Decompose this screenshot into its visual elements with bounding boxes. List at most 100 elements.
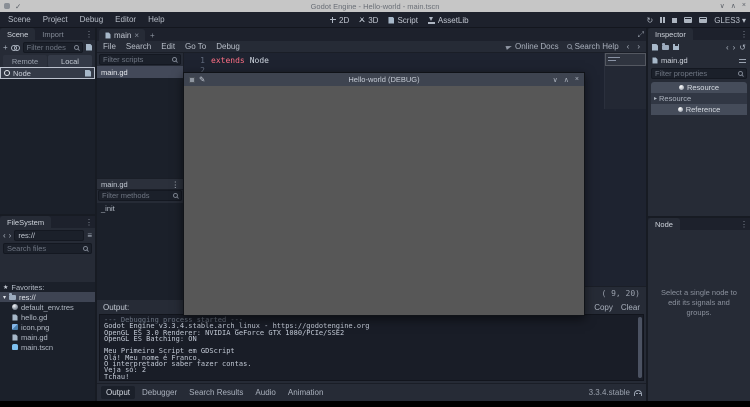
inspector-panel-menu-icon[interactable] bbox=[740, 30, 748, 39]
inspector-forward-button[interactable] bbox=[733, 43, 736, 52]
filter-methods-input[interactable]: Filter methods bbox=[98, 190, 182, 201]
window-titlebar[interactable]: Godot Engine - Hello-world - main.tscn bbox=[0, 0, 750, 12]
close-icon[interactable] bbox=[742, 2, 746, 10]
scene-tree-node-row[interactable]: Node bbox=[0, 67, 95, 79]
online-docs-button[interactable]: Online Docs bbox=[506, 42, 559, 51]
script-menu-debug[interactable]: Debug bbox=[216, 42, 240, 51]
fs-back-button[interactable] bbox=[3, 231, 6, 240]
workspace-script-button[interactable]: Script bbox=[388, 16, 417, 25]
output-console[interactable]: --- Debugging process started --- Godot … bbox=[99, 314, 644, 381]
tab-scene[interactable]: Scene bbox=[0, 28, 35, 40]
console-scrollbar[interactable] bbox=[638, 317, 642, 378]
new-resource-button[interactable] bbox=[652, 44, 658, 51]
play-scene-button[interactable] bbox=[684, 17, 692, 23]
game-viewport[interactable] bbox=[184, 86, 584, 315]
script-menu-file[interactable]: File bbox=[103, 42, 116, 51]
instance-scene-button[interactable] bbox=[11, 45, 20, 50]
new-tab-button[interactable] bbox=[150, 31, 155, 40]
debug-game-window[interactable]: Hello-world (DEBUG) bbox=[183, 72, 585, 316]
save-resource-button[interactable] bbox=[673, 44, 679, 50]
script-tab-main[interactable]: main bbox=[99, 29, 145, 41]
method-item-init[interactable]: _init bbox=[97, 203, 183, 214]
code-minimap[interactable] bbox=[604, 53, 646, 109]
play-custom-scene-button[interactable] bbox=[699, 17, 707, 23]
menu-scene[interactable]: Scene bbox=[8, 15, 31, 24]
stop-button[interactable] bbox=[672, 18, 677, 23]
fs-path-field[interactable]: res:// bbox=[14, 230, 84, 241]
bottom-tab-animation[interactable]: Animation bbox=[283, 386, 329, 399]
play-button[interactable] bbox=[646, 16, 653, 25]
filter-scripts-input[interactable]: Filter scripts bbox=[99, 54, 181, 65]
bottom-tab-output[interactable]: Output bbox=[101, 386, 135, 399]
fs-file-row[interactable]: main.gd bbox=[0, 332, 95, 342]
fs-display-mode-button[interactable] bbox=[87, 231, 92, 240]
script-menu-search[interactable]: Search bbox=[126, 42, 151, 51]
fs-file-row[interactable]: icon.png bbox=[0, 322, 95, 332]
pause-button[interactable] bbox=[660, 17, 665, 23]
tab-inspector[interactable]: Inspector bbox=[648, 28, 693, 40]
maximize-icon[interactable] bbox=[731, 2, 736, 10]
scene-file-icon bbox=[12, 344, 18, 350]
load-resource-button[interactable] bbox=[662, 45, 669, 50]
object-history-button[interactable] bbox=[739, 43, 746, 52]
node-panel-menu-icon[interactable] bbox=[740, 220, 748, 229]
inspected-object-row[interactable]: main.gd bbox=[648, 54, 750, 67]
renderer-dropdown[interactable]: GLES3 bbox=[714, 16, 746, 25]
history-back-button[interactable] bbox=[627, 42, 630, 51]
search-icon bbox=[83, 246, 88, 251]
workspace-3d-button[interactable]: 3D bbox=[359, 16, 378, 25]
inspector-back-button[interactable] bbox=[726, 43, 729, 52]
filesystem-panel-menu-icon[interactable] bbox=[85, 218, 93, 227]
assetlib-icon bbox=[428, 17, 435, 24]
search-files-input[interactable]: Search files bbox=[3, 243, 92, 254]
clear-button[interactable]: Clear bbox=[621, 303, 640, 312]
fs-file-row[interactable]: hello.gd bbox=[0, 312, 95, 322]
fs-file-row[interactable]: default_env.tres bbox=[0, 302, 95, 312]
category-reference[interactable]: Reference bbox=[651, 104, 747, 115]
open-script-icon[interactable] bbox=[85, 70, 91, 77]
remote-tab[interactable]: Remote bbox=[3, 55, 47, 67]
script-menu-goto[interactable]: Go To bbox=[185, 42, 206, 51]
tab-import[interactable]: Import bbox=[35, 28, 70, 40]
fs-file-row[interactable]: main.tscn bbox=[0, 342, 95, 352]
script-item-main-gd[interactable]: main.gd bbox=[97, 66, 183, 78]
filter-properties-input[interactable]: Filter properties bbox=[651, 68, 747, 79]
tab-filesystem[interactable]: FileSystem bbox=[0, 216, 51, 228]
bottom-tab-search-results[interactable]: Search Results bbox=[184, 386, 248, 399]
bottom-tab-debugger[interactable]: Debugger bbox=[137, 386, 182, 399]
minimize-icon[interactable] bbox=[553, 76, 558, 84]
workspace-assetlib-button[interactable]: AssetLib bbox=[428, 16, 469, 25]
section-resource[interactable]: Resource bbox=[651, 93, 747, 104]
distraction-free-button[interactable] bbox=[638, 30, 644, 40]
menu-help[interactable]: Help bbox=[148, 15, 164, 24]
attach-script-button[interactable] bbox=[86, 44, 92, 51]
menu-project[interactable]: Project bbox=[43, 15, 68, 24]
fs-root-row[interactable]: res:// bbox=[0, 292, 95, 302]
maximize-icon[interactable] bbox=[564, 76, 569, 84]
minimize-icon[interactable] bbox=[720, 2, 725, 10]
copy-button[interactable]: Copy bbox=[594, 303, 613, 312]
godot-logo-icon[interactable] bbox=[634, 390, 642, 396]
tab-node[interactable]: Node bbox=[648, 218, 680, 230]
workspace-2d-button[interactable]: 2D bbox=[330, 16, 349, 25]
script-menu-edit[interactable]: Edit bbox=[161, 42, 175, 51]
menu-debug[interactable]: Debug bbox=[80, 15, 104, 24]
search-help-button[interactable]: Search Help bbox=[567, 42, 619, 51]
filter-nodes-input[interactable]: Filter nodes bbox=[23, 42, 83, 53]
menu-editor[interactable]: Editor bbox=[115, 15, 136, 24]
fs-forward-button[interactable] bbox=[9, 231, 12, 240]
add-node-button[interactable] bbox=[3, 43, 8, 52]
category-resource[interactable]: Resource bbox=[651, 82, 747, 93]
methods-menu-icon[interactable] bbox=[172, 180, 180, 189]
debug-window-titlebar[interactable]: Hello-world (DEBUG) bbox=[184, 73, 584, 86]
close-icon[interactable] bbox=[575, 76, 579, 84]
collapse-icon[interactable] bbox=[3, 294, 6, 301]
fs-favorites-row[interactable]: Favorites: bbox=[0, 282, 95, 292]
history-forward-button[interactable] bbox=[637, 42, 640, 51]
window-menu-icon[interactable] bbox=[189, 77, 195, 83]
close-tab-icon[interactable] bbox=[134, 31, 139, 40]
local-tab[interactable]: Local bbox=[48, 55, 92, 67]
bottom-tab-audio[interactable]: Audio bbox=[250, 386, 280, 399]
object-tools-icon[interactable] bbox=[739, 58, 746, 64]
scene-panel-menu-icon[interactable] bbox=[85, 30, 93, 39]
